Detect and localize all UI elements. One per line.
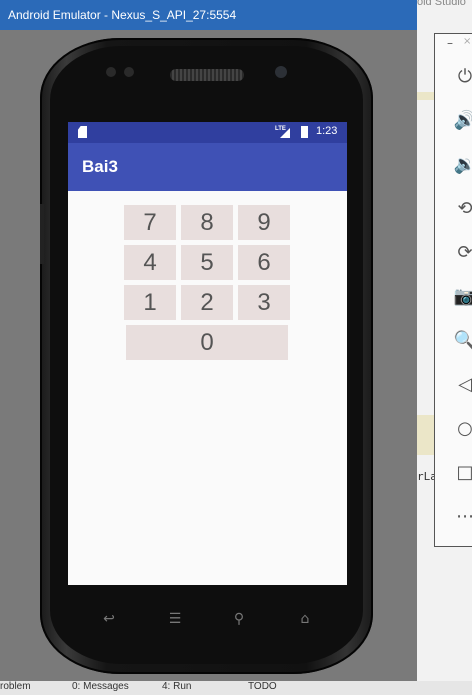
back-icon[interactable]: ↩ xyxy=(97,610,121,628)
camera-icon[interactable]: 📷 xyxy=(453,284,472,308)
sd-card-icon xyxy=(78,126,87,138)
key-7[interactable]: 7 xyxy=(124,205,176,240)
zoom-icon[interactable]: 🔍 xyxy=(453,328,472,352)
run-tab[interactable]: 4: Run xyxy=(162,681,191,692)
key-1[interactable]: 1 xyxy=(124,285,176,320)
todo-tab[interactable]: TODO xyxy=(248,681,277,692)
search-icon[interactable]: ⚲ xyxy=(227,610,251,628)
minimize-button[interactable]: – xyxy=(447,36,453,50)
key-3[interactable]: 3 xyxy=(238,285,290,320)
back-icon[interactable]: ◁ xyxy=(453,372,472,396)
rotate-right-icon[interactable]: ⟳ xyxy=(453,240,472,264)
volume-down-icon[interactable]: 🔉 xyxy=(453,152,472,176)
earpiece-speaker xyxy=(170,69,244,81)
ide-status-strip: roblem 0: Messages 4: Run TODO xyxy=(0,681,472,695)
key-5[interactable]: 5 xyxy=(181,245,233,280)
key-4[interactable]: 4 xyxy=(124,245,176,280)
app-title: Bai3 xyxy=(82,157,118,176)
close-button[interactable]: × xyxy=(463,36,471,47)
more-icon[interactable]: ⋯ xyxy=(453,504,472,528)
app-bar: Bai3 xyxy=(68,143,347,191)
sensor-icon xyxy=(106,67,116,77)
device-status-bar: LTE 1:23 xyxy=(68,122,347,143)
messages-tab[interactable]: 0: Messages xyxy=(72,681,129,692)
window-title: Android Emulator - Nexus_S_API_27:5554 xyxy=(8,8,237,22)
volume-up-icon[interactable]: 🔊 xyxy=(453,108,472,132)
home-icon[interactable]: ○ xyxy=(453,416,472,440)
home-icon[interactable]: ⌂ xyxy=(293,610,317,628)
key-0[interactable]: 0 xyxy=(126,325,288,360)
problems-tab[interactable]: roblem xyxy=(0,681,31,692)
key-2[interactable]: 2 xyxy=(181,285,233,320)
window-title-bar: Android Emulator - Nexus_S_API_27:5554 xyxy=(0,0,417,30)
rotate-left-icon[interactable]: ⟲ xyxy=(453,196,472,220)
power-icon[interactable]: ⏻ xyxy=(453,64,472,88)
status-time: 1:23 xyxy=(316,125,338,137)
volume-rocker[interactable] xyxy=(40,204,44,264)
sensor-icon xyxy=(124,67,134,77)
front-camera-icon xyxy=(275,66,287,78)
key-8[interactable]: 8 xyxy=(181,205,233,240)
overview-icon[interactable]: □ xyxy=(453,460,472,484)
key-9[interactable]: 9 xyxy=(238,205,290,240)
emulator-toolbar: – × ⏻ 🔊 🔉 ⟲ ⟳ 📷 🔍 ◁ ○ □ ⋯ xyxy=(434,33,472,547)
menu-icon[interactable]: ☰ xyxy=(163,610,187,628)
ide-title: oid Studio xyxy=(417,0,466,8)
signal-icon xyxy=(280,128,290,138)
key-6[interactable]: 6 xyxy=(238,245,290,280)
battery-icon xyxy=(301,126,308,138)
device-screen: LTE 1:23 Bai3 7 8 9 4 5 6 1 2 3 0 xyxy=(68,122,347,585)
